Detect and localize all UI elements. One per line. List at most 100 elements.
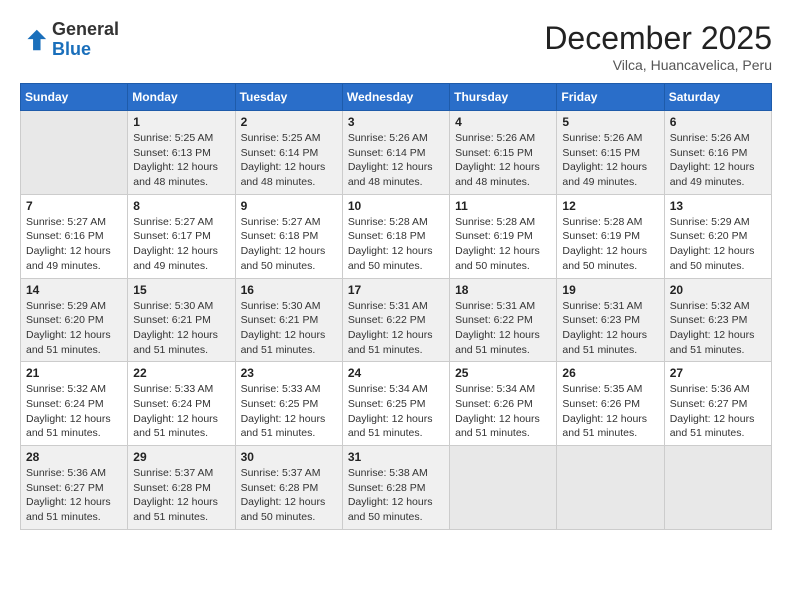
day-number: 6 bbox=[670, 115, 766, 129]
month-title: December 2025 bbox=[544, 20, 772, 57]
day-number: 8 bbox=[133, 199, 229, 213]
day-info: Sunrise: 5:31 AMSunset: 6:23 PMDaylight:… bbox=[562, 299, 658, 358]
day-number: 11 bbox=[455, 199, 551, 213]
calendar-day-cell: 1 Sunrise: 5:25 AMSunset: 6:13 PMDaylight… bbox=[128, 111, 235, 195]
day-number: 13 bbox=[670, 199, 766, 213]
weekday-header: Tuesday bbox=[235, 84, 342, 111]
calendar-day-cell bbox=[557, 446, 664, 530]
calendar-week-row: 28 Sunrise: 5:36 AMSunset: 6:27 PMDayligh… bbox=[21, 446, 772, 530]
day-info: Sunrise: 5:25 AMSunset: 6:13 PMDaylight:… bbox=[133, 131, 229, 190]
day-number: 30 bbox=[241, 450, 337, 464]
calendar-day-cell: 2Sunrise: 5:25 AMSunset: 6:14 PMDaylight… bbox=[235, 111, 342, 195]
day-info: Sunrise: 5:38 AMSunset: 6:28 PMDaylight:… bbox=[348, 466, 444, 525]
calendar-day-cell: 22 Sunrise: 5:33 AMSunset: 6:24 PMDayligh… bbox=[128, 362, 235, 446]
day-number: 19 bbox=[562, 283, 658, 297]
calendar-day-cell: 8 Sunrise: 5:27 AMSunset: 6:17 PMDaylight… bbox=[128, 194, 235, 278]
day-number: 14 bbox=[26, 283, 122, 297]
day-number: 5 bbox=[562, 115, 658, 129]
calendar-day-cell: 28 Sunrise: 5:36 AMSunset: 6:27 PMDayligh… bbox=[21, 446, 128, 530]
calendar-week-row: 21 Sunrise: 5:32 AMSunset: 6:24 PMDayligh… bbox=[21, 362, 772, 446]
calendar-day-cell: 12Sunrise: 5:28 AMSunset: 6:19 PMDayligh… bbox=[557, 194, 664, 278]
day-info: Sunrise: 5:32 AMSunset: 6:24 PMDaylight:… bbox=[26, 382, 122, 441]
weekday-header-row: SundayMondayTuesdayWednesdayThursdayFrid… bbox=[21, 84, 772, 111]
day-info: Sunrise: 5:25 AMSunset: 6:14 PMDaylight:… bbox=[241, 131, 337, 190]
day-info: Sunrise: 5:34 AMSunset: 6:26 PMDaylight:… bbox=[455, 382, 551, 441]
day-number: 26 bbox=[562, 366, 658, 380]
day-info: Sunrise: 5:33 AMSunset: 6:25 PMDaylight:… bbox=[241, 382, 337, 441]
day-info: Sunrise: 5:33 AMSunset: 6:24 PMDaylight:… bbox=[133, 382, 229, 441]
day-info: Sunrise: 5:36 AMSunset: 6:27 PMDaylight:… bbox=[26, 466, 122, 525]
calendar-day-cell: 26 Sunrise: 5:35 AMSunset: 6:26 PMDayligh… bbox=[557, 362, 664, 446]
day-number: 18 bbox=[455, 283, 551, 297]
calendar-day-cell: 5Sunrise: 5:26 AMSunset: 6:15 PMDaylight… bbox=[557, 111, 664, 195]
calendar-day-cell: 11 Sunrise: 5:28 AMSunset: 6:19 PMDayligh… bbox=[450, 194, 557, 278]
calendar-day-cell: 31 Sunrise: 5:38 AMSunset: 6:28 PMDayligh… bbox=[342, 446, 449, 530]
calendar-day-cell: 29Sunrise: 5:37 AMSunset: 6:28 PMDayligh… bbox=[128, 446, 235, 530]
calendar-day-cell: 9 Sunrise: 5:27 AMSunset: 6:18 PMDaylight… bbox=[235, 194, 342, 278]
calendar-day-cell: 18Sunrise: 5:31 AMSunset: 6:22 PMDayligh… bbox=[450, 278, 557, 362]
day-number: 9 bbox=[241, 199, 337, 213]
day-info: Sunrise: 5:28 AMSunset: 6:19 PMDaylight:… bbox=[455, 215, 551, 274]
calendar-week-row: 1 Sunrise: 5:25 AMSunset: 6:13 PMDaylight… bbox=[21, 111, 772, 195]
day-number: 3 bbox=[348, 115, 444, 129]
calendar-week-row: 7Sunrise: 5:27 AMSunset: 6:16 PMDaylight… bbox=[21, 194, 772, 278]
calendar-day-cell: 15 Sunrise: 5:30 AMSunset: 6:21 PMDayligh… bbox=[128, 278, 235, 362]
day-number: 28 bbox=[26, 450, 122, 464]
day-info: Sunrise: 5:30 AMSunset: 6:21 PMDaylight:… bbox=[133, 299, 229, 358]
calendar-day-cell: 16Sunrise: 5:30 AMSunset: 6:21 PMDayligh… bbox=[235, 278, 342, 362]
calendar-day-cell: 23Sunrise: 5:33 AMSunset: 6:25 PMDayligh… bbox=[235, 362, 342, 446]
day-number: 10 bbox=[348, 199, 444, 213]
day-info: Sunrise: 5:37 AMSunset: 6:28 PMDaylight:… bbox=[241, 466, 337, 525]
day-number: 20 bbox=[670, 283, 766, 297]
weekday-header: Saturday bbox=[664, 84, 771, 111]
calendar-day-cell: 3 Sunrise: 5:26 AMSunset: 6:14 PMDaylight… bbox=[342, 111, 449, 195]
day-info: Sunrise: 5:27 AMSunset: 6:17 PMDaylight:… bbox=[133, 215, 229, 274]
calendar-day-cell bbox=[450, 446, 557, 530]
day-number: 15 bbox=[133, 283, 229, 297]
calendar-day-cell: 20 Sunrise: 5:32 AMSunset: 6:23 PMDayligh… bbox=[664, 278, 771, 362]
day-info: Sunrise: 5:32 AMSunset: 6:23 PMDaylight:… bbox=[670, 299, 766, 358]
weekday-header: Friday bbox=[557, 84, 664, 111]
title-block: December 2025 Vilca, Huancavelica, Peru bbox=[544, 20, 772, 73]
calendar-day-cell: 25 Sunrise: 5:34 AMSunset: 6:26 PMDayligh… bbox=[450, 362, 557, 446]
logo-blue-text: Blue bbox=[52, 39, 91, 59]
calendar-day-cell: 7Sunrise: 5:27 AMSunset: 6:16 PMDaylight… bbox=[21, 194, 128, 278]
weekday-header: Wednesday bbox=[342, 84, 449, 111]
day-info: Sunrise: 5:27 AMSunset: 6:16 PMDaylight:… bbox=[26, 215, 122, 274]
logo-general-text: General bbox=[52, 19, 119, 39]
calendar-day-cell: 4 Sunrise: 5:26 AMSunset: 6:15 PMDaylight… bbox=[450, 111, 557, 195]
calendar-day-cell: 27 Sunrise: 5:36 AMSunset: 6:27 PMDayligh… bbox=[664, 362, 771, 446]
day-info: Sunrise: 5:28 AMSunset: 6:18 PMDaylight:… bbox=[348, 215, 444, 274]
day-info: Sunrise: 5:26 AMSunset: 6:15 PMDaylight:… bbox=[455, 131, 551, 190]
day-number: 27 bbox=[670, 366, 766, 380]
calendar-day-cell: 10 Sunrise: 5:28 AMSunset: 6:18 PMDayligh… bbox=[342, 194, 449, 278]
weekday-header: Sunday bbox=[21, 84, 128, 111]
calendar-week-row: 14 Sunrise: 5:29 AMSunset: 6:20 PMDayligh… bbox=[21, 278, 772, 362]
calendar-day-cell: 30 Sunrise: 5:37 AMSunset: 6:28 PMDayligh… bbox=[235, 446, 342, 530]
day-number: 22 bbox=[133, 366, 229, 380]
day-number: 25 bbox=[455, 366, 551, 380]
calendar-day-cell: 21 Sunrise: 5:32 AMSunset: 6:24 PMDayligh… bbox=[21, 362, 128, 446]
weekday-header: Monday bbox=[128, 84, 235, 111]
day-info: Sunrise: 5:30 AMSunset: 6:21 PMDaylight:… bbox=[241, 299, 337, 358]
day-info: Sunrise: 5:26 AMSunset: 6:14 PMDaylight:… bbox=[348, 131, 444, 190]
calendar-day-cell: 19 Sunrise: 5:31 AMSunset: 6:23 PMDayligh… bbox=[557, 278, 664, 362]
day-number: 17 bbox=[348, 283, 444, 297]
day-info: Sunrise: 5:37 AMSunset: 6:28 PMDaylight:… bbox=[133, 466, 229, 525]
day-info: Sunrise: 5:35 AMSunset: 6:26 PMDaylight:… bbox=[562, 382, 658, 441]
day-info: Sunrise: 5:27 AMSunset: 6:18 PMDaylight:… bbox=[241, 215, 337, 274]
calendar-day-cell: 24Sunrise: 5:34 AMSunset: 6:25 PMDayligh… bbox=[342, 362, 449, 446]
day-info: Sunrise: 5:36 AMSunset: 6:27 PMDaylight:… bbox=[670, 382, 766, 441]
day-number: 4 bbox=[455, 115, 551, 129]
day-number: 21 bbox=[26, 366, 122, 380]
day-number: 1 bbox=[133, 115, 229, 129]
day-info: Sunrise: 5:34 AMSunset: 6:25 PMDaylight:… bbox=[348, 382, 444, 441]
day-info: Sunrise: 5:29 AMSunset: 6:20 PMDaylight:… bbox=[670, 215, 766, 274]
calendar-day-cell: 6Sunrise: 5:26 AMSunset: 6:16 PMDaylight… bbox=[664, 111, 771, 195]
day-info: Sunrise: 5:29 AMSunset: 6:20 PMDaylight:… bbox=[26, 299, 122, 358]
calendar-day-cell bbox=[664, 446, 771, 530]
day-number: 31 bbox=[348, 450, 444, 464]
logo: General Blue bbox=[20, 20, 119, 60]
calendar-day-cell: 17Sunrise: 5:31 AMSunset: 6:22 PMDayligh… bbox=[342, 278, 449, 362]
location-subtitle: Vilca, Huancavelica, Peru bbox=[544, 57, 772, 73]
